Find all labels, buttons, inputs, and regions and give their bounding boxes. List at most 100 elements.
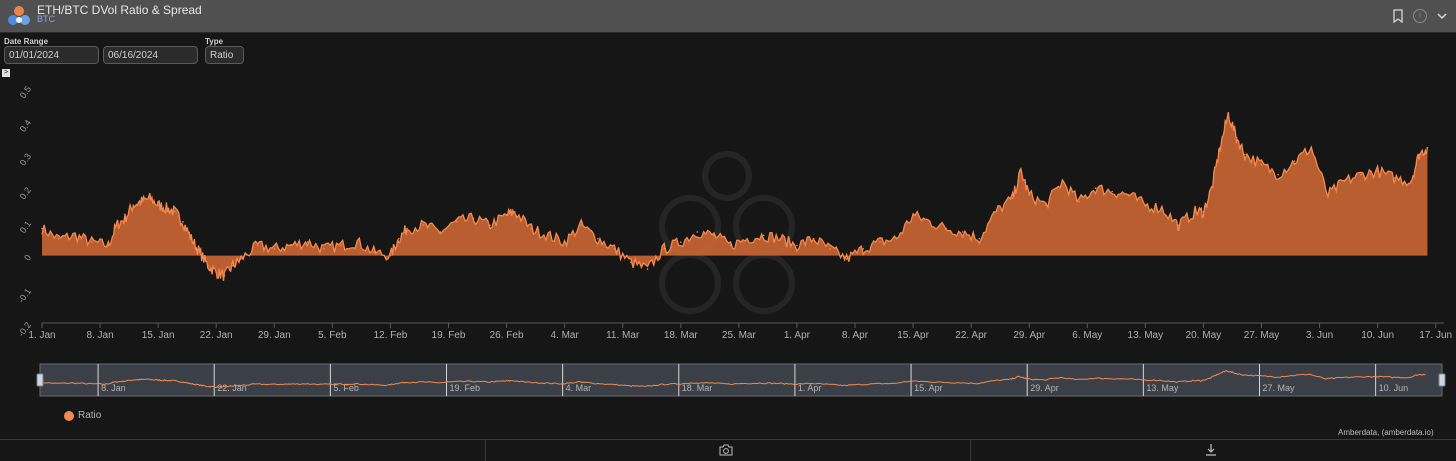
credit-text[interactable]: Amberdata, (amberdata.io) (1338, 428, 1434, 437)
title-bar: ETH/BTC DVol Ratio & Spread BTC i (0, 0, 1456, 33)
ratio-point (530, 227, 533, 230)
x-tick-label: 8. Jan (86, 330, 113, 341)
ratio-point (845, 258, 848, 260)
ratio-point (149, 197, 151, 200)
ratio-point (182, 221, 184, 223)
ratio-point (895, 237, 898, 240)
ratio-point (1293, 160, 1296, 162)
ratio-point (762, 234, 765, 237)
footer-divider (970, 440, 971, 461)
ratio-point (630, 261, 632, 264)
ratio-point (1177, 224, 1180, 227)
ratio-point (124, 217, 126, 220)
ratio-point (1227, 113, 1230, 115)
ratio-point (796, 244, 798, 247)
navigator[interactable]: 8. Jan 22. Jan 5. Feb 19. Feb 4. Mar 18. Mar 1… (36, 363, 1446, 397)
date-range-label: Date Range (4, 37, 49, 46)
navigator-tick-label: 29. Apr (1030, 383, 1059, 393)
ratio-point (290, 244, 292, 247)
ratio-point (1343, 180, 1346, 183)
x-axis: 1. Jan 8. Jan 15. Jan 22. Jan 29. Jan 5. Feb 1… (28, 322, 1452, 341)
bookmark-icon[interactable] (1392, 9, 1404, 23)
ratio-point (829, 248, 831, 250)
y-tick-label: 0.1 (18, 219, 33, 235)
ratio-point (995, 210, 997, 213)
camera-icon[interactable] (719, 444, 733, 456)
ratio-point (1061, 180, 1064, 183)
ratio-point (389, 254, 392, 257)
ratio-point (74, 234, 76, 237)
x-tick-label: 10. Jun (1361, 330, 1394, 341)
ratio-point (1219, 146, 1221, 149)
chart-area: -0.2-0.100.10.20.30.40.5 1. Jan 8. Jan 15.… (16, 84, 1452, 397)
ratio-point (1393, 177, 1396, 179)
x-tick-label: 1. Jan (28, 330, 55, 341)
ratio-point (397, 237, 400, 240)
ratio-point (729, 244, 732, 247)
info-icon[interactable]: i (1413, 9, 1427, 23)
start-date-input[interactable]: 01/01/2024 (4, 46, 99, 64)
ratio-point (173, 210, 176, 213)
y-axis: -0.2-0.100.10.20.30.40.5 (16, 84, 33, 338)
y-tick-label: -0.1 (16, 286, 33, 304)
expand-button[interactable]: > (2, 69, 10, 77)
ratio-point (489, 224, 491, 227)
ratio-point (1144, 204, 1147, 206)
ratio-point (962, 231, 964, 233)
navigator-handle[interactable] (36, 373, 44, 387)
ratio-point (547, 234, 549, 237)
ratio-point (1161, 207, 1163, 210)
ratio-point (115, 224, 118, 227)
logo-icon (8, 6, 30, 25)
x-tick-label: 20. May (1186, 330, 1222, 341)
x-tick-label: 5. Feb (318, 330, 347, 341)
ratio-point (1078, 200, 1080, 203)
chevron-down-icon[interactable] (1435, 9, 1449, 23)
navigator-tick-label: 19. Feb (449, 383, 480, 393)
ratio-point (1277, 173, 1279, 176)
ratio-point (646, 268, 649, 270)
ratio-point (1111, 190, 1113, 193)
ratio-point (1020, 170, 1022, 173)
navigator-tick-label: 1. Apr (798, 383, 822, 393)
navigator-window[interactable] (39, 363, 1443, 397)
ratio-point (1426, 146, 1429, 149)
x-tick-label: 3. Jun (1306, 330, 1333, 341)
ratio-point (256, 244, 259, 247)
ratio-point (41, 227, 43, 230)
navigator-handle[interactable] (1438, 373, 1446, 387)
y-tick-label: 0.2 (18, 185, 33, 201)
ratio-point (1094, 187, 1097, 189)
ratio-point (978, 237, 981, 240)
ratio-point (514, 210, 516, 213)
ratio-point (812, 237, 815, 240)
navigator-tick-label: 18. Mar (682, 383, 713, 393)
ratio-point (597, 237, 599, 240)
ratio-point (862, 248, 865, 250)
x-tick-label: 17. Jun (1419, 330, 1452, 341)
legend-label-ratio: Ratio (78, 410, 102, 421)
x-tick-label: 22. Apr (955, 330, 987, 341)
x-tick-label: 25. Mar (722, 330, 757, 341)
type-select[interactable]: Ratio (205, 46, 244, 64)
download-icon[interactable] (1205, 443, 1217, 457)
chart-subtitle: BTC (37, 14, 55, 24)
ratio-point (198, 251, 201, 253)
end-date-input[interactable]: 06/16/2024 (103, 46, 198, 64)
ratio-point (90, 241, 93, 243)
ratio-point (190, 237, 193, 240)
x-tick-label: 27. May (1244, 330, 1280, 341)
ratio-point (563, 241, 566, 243)
ratio-point (1244, 153, 1246, 156)
ratio-point (323, 248, 325, 250)
ratio-point (613, 248, 616, 250)
navigator-tick-label: 13. May (1146, 383, 1179, 393)
ratio-point (696, 231, 699, 233)
ratio-point (107, 244, 110, 247)
ratio-point (663, 248, 665, 250)
x-tick-label: 12. Feb (373, 330, 407, 341)
x-tick-label: 26. Feb (490, 330, 524, 341)
ratio-point (1410, 180, 1412, 183)
ratio-point (505, 214, 508, 216)
ratio-point (422, 224, 425, 227)
